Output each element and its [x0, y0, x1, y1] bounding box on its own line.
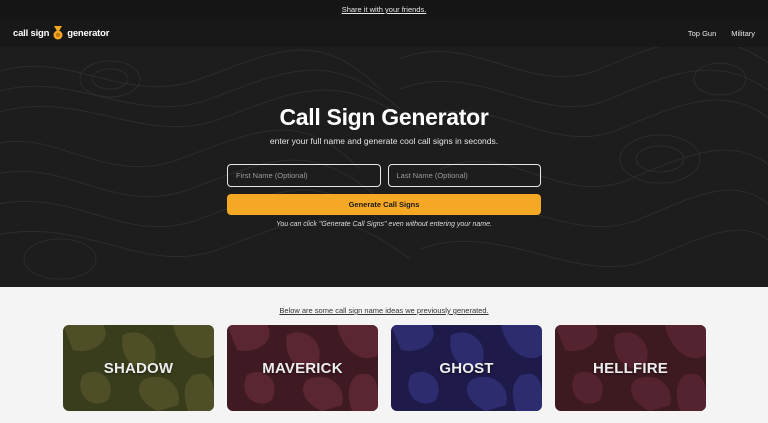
announcement-bar: Share it with your friends. — [0, 0, 768, 19]
call-sign-card[interactable]: SHADOW — [63, 325, 214, 411]
logo-text-left: call sign — [13, 27, 50, 39]
call-sign-name: GHOST — [439, 359, 494, 377]
examples-heading: Below are some call sign name ideas we p… — [279, 306, 489, 315]
hero-section — [0, 19, 768, 287]
generate-hint: You can click "Generate Call Signs" even… — [276, 221, 492, 228]
example-cards: SHADOW MAVERICK GHOST HELLFIRE — [63, 325, 706, 411]
share-link[interactable]: Share it with your friends. — [342, 5, 427, 14]
navbar: call sign generator Top Gun Military — [0, 19, 768, 47]
first-name-input[interactable] — [227, 164, 381, 187]
nav-link-military[interactable]: Military — [731, 29, 755, 38]
page-title: Call Sign Generator — [279, 104, 489, 130]
last-name-input[interactable] — [387, 164, 541, 187]
name-form — [227, 164, 541, 187]
hero-heading: Call Sign Generator enter your full name… — [0, 104, 768, 146]
logo-text-right: generator — [67, 27, 110, 39]
topographic-background — [0, 39, 768, 280]
generate-button[interactable]: Generate Call Signs — [227, 194, 541, 215]
call-sign-card[interactable]: HELLFIRE — [555, 325, 706, 411]
nav-links: Top Gun Military — [688, 29, 755, 38]
site-logo[interactable]: call sign generator — [13, 26, 109, 40]
call-sign-name: MAVERICK — [262, 359, 343, 377]
call-sign-name: SHADOW — [103, 359, 174, 377]
page-subtitle: enter your full name and generate cool c… — [269, 136, 499, 146]
nav-link-top-gun[interactable]: Top Gun — [688, 29, 716, 38]
call-sign-name: HELLFIRE — [593, 359, 668, 377]
call-sign-card[interactable]: MAVERICK — [227, 325, 378, 411]
medal-icon — [53, 26, 63, 40]
call-sign-card[interactable]: GHOST — [391, 325, 542, 411]
